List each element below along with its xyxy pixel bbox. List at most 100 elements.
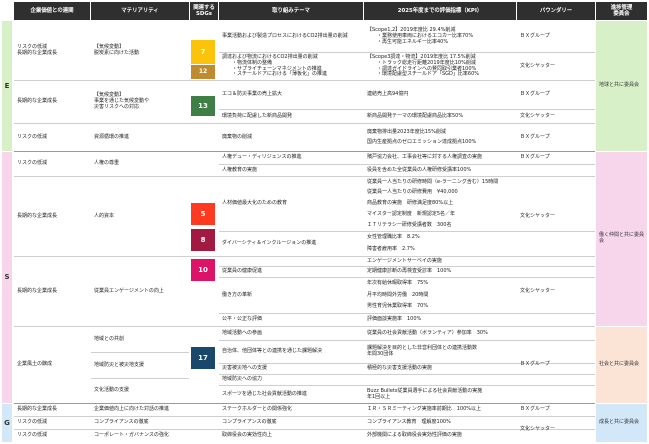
kpi-cell: ＩＲ・ＳＲミーティング実施率前期比 100%以上 [367,406,481,413]
header-corp-value: 企業価値との連関 [14,2,90,20]
materiality-cell: 企業価値向上に向けた対話の推進 [94,406,170,413]
boundary-cell: ＢＸグループ [520,133,550,140]
kpi-line: 国内生産拠点のゼロエミッション達成拠点100% [367,138,477,145]
boundary-cell: 文化シヤッター [520,212,556,219]
corp-value-cell: 長期的な企業成長 [17,406,58,413]
kpi-cell: 新商品開発テーマの環境配慮商品比率50% [367,112,464,119]
theme-cell: 人権デュー・ディリジェンスの推進 [222,154,302,161]
kpi-cell: 年次有給休暇取得率 75% 月平均時間外労働 20時間 男性育児休業取得率 70… [364,278,516,313]
sdg-17-icon: 17 [191,347,215,369]
theme-cell: 自治体、他団体等との連携を通じた課題解決 [222,348,322,355]
boundary-cell: ＢＸグループ [520,33,550,40]
materiality-cell: 人権の尊重 [94,160,120,167]
kpi-line: マイスター認定制度 新規認定5名／年 [367,210,456,217]
header-committee: 進捗管理 委員会 [596,2,647,20]
materiality-table: 企業価値との連関 マテリアリティ 関連する SDGs 取り組みテーマ 2025年… [0,0,649,444]
kpi-cell: 定期健康診断の再検査受診率 100% [367,268,452,275]
theme-cell: 環境負荷に配慮した新商品開発 [222,112,293,119]
header-theme: 取り組みテーマ [219,2,363,20]
kpi-cell: Buzz Bullets従業員選手による社会貢献活動の実施 年1回以上 [364,386,516,403]
kpi-cell: 【Scope3調達・物流】2019年度比 17.5%削減 ・トラック総走行距離2… [364,53,516,80]
kpi-cell: 従業員の社会貢献活動（ボランティア）参加率 30% [367,329,488,336]
boundary-cell: ＢＸグループ [520,361,550,368]
sdg-10-icon: 10 [191,259,215,281]
kpi-cell: 廃棄物排出量2023年度比15%削減 国内生産拠点のゼロエミッション達成拠点10… [364,124,516,151]
kpi-line: 廃棄物排出量2023年度比15%削減 [367,128,446,135]
theme-cell: スポーツを通じた社会貢献活動の推進 [222,390,307,397]
kpi-cell: 外部機関による取締役会実効性評価の実施 [367,432,462,439]
kpi-cell: 【Scope1,2】2019年度比 29.4%削減 ・業務使用車両におけるエコカ… [364,22,516,52]
kpi-cell: エンゲージメントサーベイの実施 [367,257,442,264]
kpi-cell: 課題解決を目的とした非営利団体との連携活動数 年間30団体 [364,341,516,363]
header-kpi: 2025年度までの評価指標（KPI） [364,2,516,20]
esg-label-s: S [2,152,12,403]
header-boundary: バウンダリー [517,2,595,20]
kpi-line: 男性育児休業取得率 70% [367,303,429,310]
corp-value-cell: リスクの低減 長期的な企業成長 [17,43,58,56]
materiality-cell: 地域防災と被災地支援 [94,361,145,368]
materiality-cell: コンプライアンスの徹底 [94,419,149,426]
corp-value-cell: 長期的な企業成長 [17,212,58,219]
kpi-line: 年次有給休暇取得率 75% [367,279,429,286]
kpi-line: 月平均時間外労働 20時間 [367,291,429,298]
kpi-line: ＩＴリテラシー研修受講者数 300名 [367,221,452,228]
theme-cell: エコ＆防災事業の売上拡大 [222,91,283,98]
kpi-line: 従業員一人当たりの研修時間（e-ラーニング含む）15時間 [367,178,499,185]
boundary-cell: 文化シヤッター [520,425,556,432]
committee-s2: 社会と共に委員会 [596,327,647,403]
corp-value-cell: 長期的な企業成長 [17,98,58,105]
theme-cell: ステークホルダーとの関係強化 [222,406,292,413]
boundary-cell: ＢＸグループ [520,406,550,413]
sdg-5-icon: 5 [191,203,215,225]
kpi-line: 年1回以上 [367,393,391,400]
boundary-cell: 文化シヤッター [520,112,556,119]
boundary-cell: 文化シヤッター [520,287,556,294]
kpi-cell: 女性管理職比率 8.2% 障害者雇用率 2.7% [364,232,516,256]
boundary-cell: ＢＸグループ [520,154,550,161]
theme-cell: 廃棄物の削減 [222,133,253,140]
theme-line: ・スチールドアにおける「薄板化」の推進 [232,71,328,78]
materiality-cell: 【気候変動】 脱炭素に向けた活動 [94,43,140,56]
kpi-cell: 殯戸協力会社、工事会社等に対する人権調査の実施 [367,154,483,161]
theme-cell: ダイバーシティ＆インクルージョンの推進 [222,240,317,247]
materiality-cell: コーポレート・ガバナンスの強化 [94,432,169,439]
kpi-line: 従業員一人当たりの研修費用 ¥40,000 [367,189,458,196]
theme-cell: 人権教育の実施 [222,166,258,173]
theme-cell: 調達および物流におけるCO2排出量の削減 ・物流体制の整備 ・サプライチェーンマ… [219,53,363,80]
corp-value-cell: 企業風土の醸成 [17,361,53,368]
corp-value-cell: リスクの低減 [17,160,48,167]
sdg-12-icon: 12 [191,65,215,79]
theme-cell: 事業活動および製造プロセスにおけるCO2排出量の削減 [222,33,348,40]
materiality-cell: 【気候変動】 事業を通じた気候変動や 災害リスクへの対応 [94,92,150,110]
kpi-cell: 積極的な災害支援活動の実施 [367,365,433,372]
corp-value-cell: リスクの低減 [17,432,48,439]
materiality-cell: 人的資本 [94,212,115,219]
theme-cell: 人材価値最大化のための教育 [222,200,288,207]
theme-cell: 従業員の健康促進 [222,268,263,275]
theme-cell: 働き方の革新 [222,291,253,298]
corp-value-cell: リスクの低減 [17,419,48,426]
committee-e: 地球と共に委員会 [596,21,647,151]
corp-value-cell: リスクの低減 [17,133,48,140]
materiality-cell: 地域との共創 [94,335,124,342]
theme-cell: 地域活動への参画 [222,329,263,336]
theme-cell: 取締役会の実効性向上 [222,432,273,439]
kpi-line: 商品教育の実施 研修満足度80%以上 [367,200,454,207]
materiality-cell: 文化活動の支援 [94,387,130,394]
boundary-cell: 文化シヤッター [520,62,556,69]
materiality-cell: 従業員エンゲージメントの向上 [94,287,164,294]
kpi-line: ・再生可能エネルギー比率40% [377,38,449,45]
boundary-cell: ＢＸグループ [520,91,550,98]
kpi-cell: コンプライアンス教育 理解度100% [367,419,451,426]
kpi-line: 障害者雇用率 2.7% [367,246,415,253]
theme-cell: 災害被災地への支援 [222,365,268,372]
committee-s1: 働く仲間と共に委員会 [596,152,647,326]
kpi-cell: 役員を含めた全従業員の人権研修受講率100% [367,166,472,173]
corp-value-cell: 長期的な企業成長 [17,287,58,294]
committee-g: 成長と共に委員会 [596,404,647,442]
header-materiality: マテリアリティ [91,2,189,20]
theme-cell: 公平・公正な評価 [222,316,263,323]
kpi-cell: 連結売上高94億円 [367,91,409,98]
kpi-cell: 従業員一人当たりの研修時間（e-ラーニング含む）15時間 従業員一人当たりの研修… [364,177,516,231]
header-sdgs: 関連する SDGs [190,2,218,20]
